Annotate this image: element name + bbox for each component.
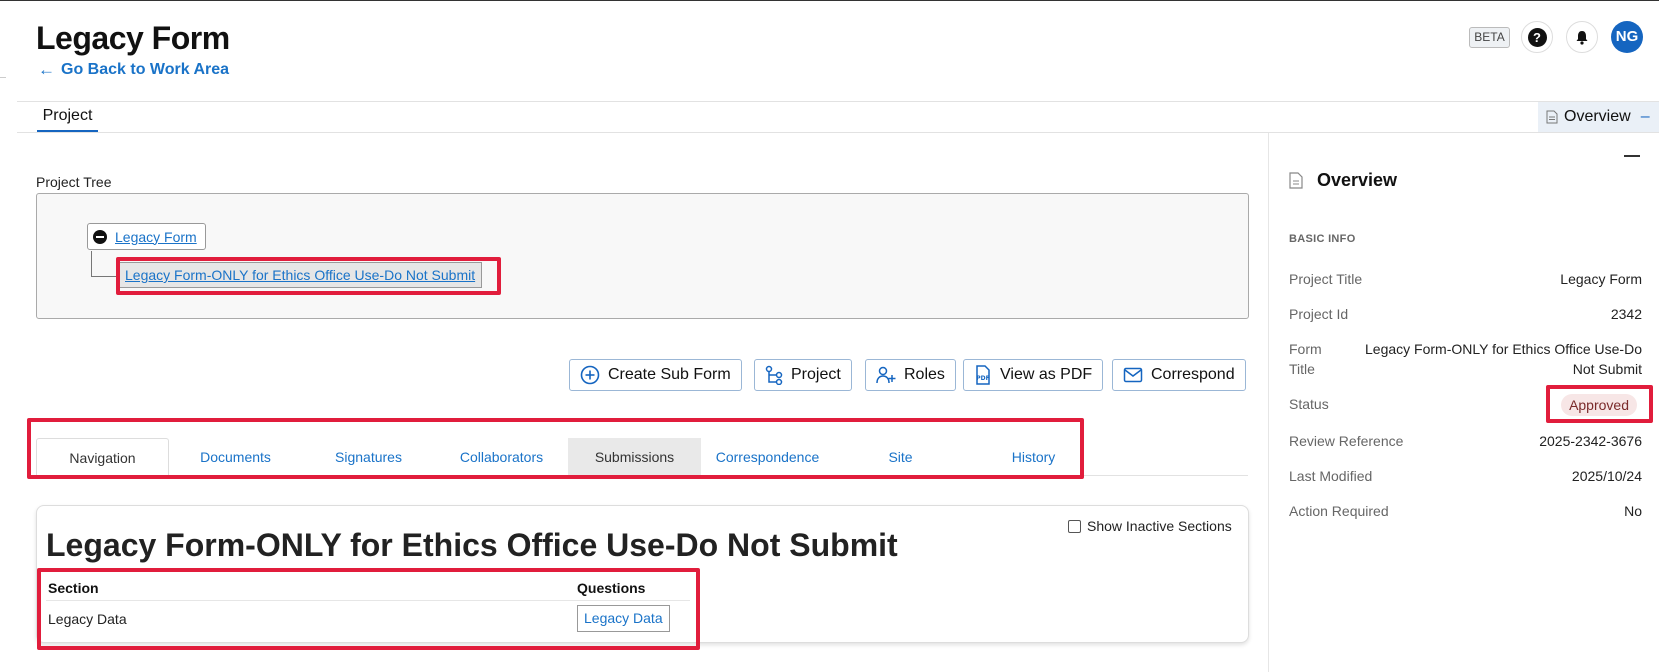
help-icon: ? (1527, 27, 1547, 47)
action-required-value: No (1624, 503, 1642, 519)
highlight-box (116, 257, 501, 295)
form-title: Legacy Form-ONLY for Ethics Office Use-D… (46, 527, 898, 563)
pdf-file-icon: PDF (976, 365, 990, 385)
correspond-button-label: Correspond (1151, 366, 1235, 383)
project-tree (36, 193, 1249, 319)
review-reference-label: Review Reference (1289, 433, 1404, 449)
back-link-label: Go Back to Work Area (61, 61, 230, 78)
view-as-pdf-button[interactable]: PDF View as PDF (963, 359, 1104, 391)
highlight-box (27, 418, 1084, 479)
collapse-icon[interactable] (93, 229, 107, 244)
tab-project[interactable]: Project (37, 105, 98, 132)
panel-divider (1268, 133, 1269, 672)
project-id-label: Project Id (1289, 306, 1349, 322)
roles-button[interactable]: Roles (865, 359, 956, 391)
tree-node-root-link[interactable]: Legacy Form (115, 229, 197, 245)
user-add-icon (876, 366, 896, 384)
action-required-label: Action Required (1289, 503, 1389, 519)
tree-connector (91, 251, 92, 276)
tree-node-root[interactable]: Legacy Form (87, 223, 206, 250)
top-border (0, 0, 1659, 1)
tree-connector (91, 276, 117, 277)
form-title-label: Form Title (1289, 341, 1322, 377)
back-link[interactable]: ← Go Back to Work Area (38, 60, 229, 80)
plus-circle-icon (580, 365, 600, 385)
tree-structure-icon (765, 365, 783, 385)
mail-icon (1123, 367, 1143, 383)
highlight-box (37, 568, 700, 650)
pdf-icon-text: PDF (976, 375, 989, 382)
document-icon (1289, 172, 1303, 189)
avatar[interactable]: NG (1611, 21, 1643, 53)
last-modified-value: 2025/10/24 (1571, 468, 1642, 484)
correspond-button[interactable]: Correspond (1112, 359, 1246, 391)
project-id-value: 2342 (1610, 306, 1642, 322)
create-sub-form-button[interactable]: Create Sub Form (569, 359, 742, 391)
show-inactive-sections-checkbox[interactable]: Show Inactive Sections (1068, 518, 1232, 534)
overview-toggle-label: Overview (1564, 108, 1631, 125)
beta-badge: BETA (1469, 27, 1510, 48)
review-reference-value: 2025-2342-3676 (1539, 433, 1642, 449)
divider (17, 101, 1659, 102)
divider (17, 132, 1659, 133)
create-sub-form-label: Create Sub Form (608, 366, 731, 383)
form-title-value: Legacy Form-ONLY for Ethics Office Use-D… (1365, 341, 1642, 377)
divider (0, 77, 6, 78)
project-button[interactable]: Project (754, 359, 852, 391)
roles-button-label: Roles (904, 366, 945, 383)
project-title-value: Legacy Form (1560, 271, 1642, 287)
page-title: Legacy Form (36, 20, 230, 56)
document-icon (1546, 110, 1558, 124)
status-label: Status (1289, 396, 1329, 412)
arrow-left-icon: ← (38, 60, 55, 79)
basic-info-heading: BASIC INFO (1289, 233, 1356, 245)
view-as-pdf-label: View as PDF (1000, 366, 1093, 383)
bell-icon (1576, 30, 1588, 45)
project-title-label: Project Title (1289, 271, 1363, 287)
collapse-panel-button[interactable] (1624, 155, 1640, 157)
collapse-icon: – (1640, 108, 1650, 125)
last-modified-label: Last Modified (1289, 468, 1373, 484)
project-tree-label: Project Tree (36, 174, 112, 190)
highlight-box (1546, 385, 1653, 423)
project-button-label: Project (791, 366, 841, 383)
overview-toggle[interactable]: Overview – (1538, 102, 1659, 132)
help-button[interactable]: ? (1521, 21, 1553, 53)
show-inactive-label: Show Inactive Sections (1087, 518, 1232, 534)
checkbox-icon[interactable] (1068, 519, 1081, 533)
notifications-button[interactable] (1566, 21, 1598, 53)
overview-title: Overview (1317, 170, 1398, 190)
